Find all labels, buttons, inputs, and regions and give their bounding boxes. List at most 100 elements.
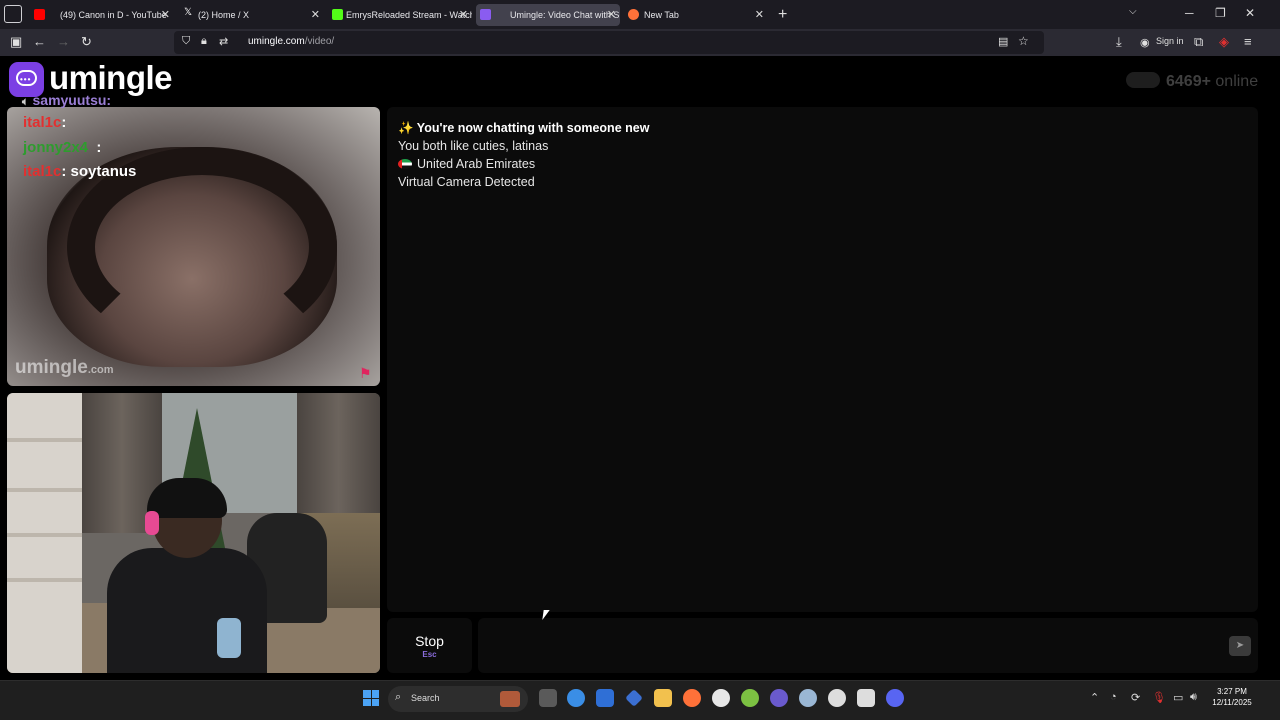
tab-new-tab[interactable]: New Tab ✕ bbox=[624, 4, 768, 26]
close-tab-icon[interactable]: ✕ bbox=[459, 8, 468, 21]
dots-icon: ••• bbox=[20, 75, 32, 84]
bookshelf bbox=[7, 393, 82, 673]
sign-in-button[interactable]: Sign in bbox=[1156, 36, 1184, 46]
umingle-icon bbox=[480, 9, 491, 20]
overlay-user: ital1c bbox=[23, 114, 62, 131]
restore-icon[interactable]: ❐ bbox=[1215, 6, 1226, 20]
account-icon[interactable]: ◉ bbox=[1140, 36, 1150, 49]
extension-badge-icon[interactable]: ◈ bbox=[1219, 34, 1229, 50]
overlay-name-text: samyuutsu bbox=[32, 92, 107, 108]
obs-icon[interactable] bbox=[828, 689, 846, 707]
uae-flag-icon bbox=[398, 159, 412, 169]
taskbar-search[interactable]: ⌕ Search bbox=[388, 686, 528, 712]
overlay-username: 🔈︎ samyuutsu: bbox=[22, 92, 112, 108]
send-button[interactable]: ➤ bbox=[1229, 636, 1251, 656]
x-logo-icon: 𝕏 bbox=[184, 7, 193, 18]
steam-icon[interactable] bbox=[799, 689, 817, 707]
url-domain: umingle.com bbox=[248, 36, 305, 47]
tab-title: (49) Canon in D - YouTube bbox=[60, 10, 167, 20]
minimize-icon[interactable]: ─ bbox=[1185, 6, 1194, 20]
url-path: /video/ bbox=[304, 36, 335, 47]
tab-title: EmrysReloaded Stream - Watch bbox=[346, 10, 472, 20]
watermark-suffix: .com bbox=[87, 364, 114, 376]
page-scrollbar[interactable] bbox=[1265, 56, 1280, 679]
online-toggle[interactable] bbox=[1126, 72, 1160, 88]
tray-app-icon[interactable]: ◔ bbox=[1110, 691, 1117, 703]
lock-icon[interactable]: 🔒︎ bbox=[201, 35, 207, 48]
kick-icon bbox=[332, 9, 343, 20]
speaker-icon: 🔈︎ bbox=[22, 96, 29, 108]
back-icon[interactable]: ← bbox=[33, 34, 46, 49]
close-tab-icon[interactable]: ✕ bbox=[755, 8, 764, 21]
stop-shortcut: Esc bbox=[422, 650, 437, 659]
curtain bbox=[297, 393, 380, 533]
page: ••• umingle 6469+ online umingle.com ⚑ 🔈… bbox=[0, 56, 1280, 679]
volume-icon[interactable]: 🔊︎ bbox=[1190, 691, 1197, 704]
chat-system-message: You both like cuties, latinas bbox=[398, 139, 549, 153]
chat-system-message: ✨ You're now chatting with someone new bbox=[398, 121, 650, 135]
shield-icon[interactable]: ⛉ bbox=[182, 35, 190, 48]
store-icon[interactable] bbox=[596, 689, 614, 707]
tray-expand-icon[interactable]: ⌃ bbox=[1090, 691, 1099, 704]
reload-icon[interactable]: ↻ bbox=[81, 34, 92, 50]
overlay-chat-line: ital1c: bbox=[23, 114, 67, 131]
online-count: 6469+ bbox=[1166, 73, 1211, 90]
microphone-icon[interactable]: 🎙︎ bbox=[1152, 691, 1166, 704]
overlay-message: soytanus bbox=[70, 163, 137, 180]
permissions-icon[interactable]: ⇄ bbox=[219, 35, 228, 48]
tab-x[interactable]: 𝕏 (2) Home / X ✕ bbox=[180, 4, 324, 26]
bookmark-star-icon[interactable]: ☆ bbox=[1018, 34, 1029, 48]
reader-view-icon[interactable]: ▤ bbox=[998, 35, 1008, 48]
tab-kick[interactable]: EmrysReloaded Stream - Watch ✕ bbox=[328, 4, 472, 26]
stop-button[interactable]: Stop Esc bbox=[387, 618, 472, 673]
close-tab-icon[interactable]: ✕ bbox=[161, 8, 170, 21]
report-flag-icon[interactable]: ⚑ bbox=[359, 365, 372, 382]
sidebar-icon[interactable]: ▣ bbox=[10, 34, 22, 50]
search-label: Search bbox=[411, 693, 440, 703]
itunes-icon[interactable] bbox=[712, 689, 730, 707]
chat-log: ✨ You're now chatting with someone new Y… bbox=[387, 107, 1258, 612]
tab-youtube[interactable]: (49) Canon in D - YouTube ✕ bbox=[30, 4, 174, 26]
windows-start-icon[interactable] bbox=[363, 690, 379, 706]
message-input[interactable]: ➤ bbox=[478, 618, 1258, 673]
sync-icon[interactable]: ⟳ bbox=[1131, 691, 1140, 704]
discord-icon[interactable] bbox=[886, 689, 904, 707]
clock-date: 12/11/2025 bbox=[1212, 698, 1252, 707]
url-bar[interactable]: ⛉ 🔒︎ ⇄ umingle.com/video/ ▤ ☆ bbox=[174, 31, 1044, 54]
app-icon[interactable] bbox=[770, 689, 788, 707]
search-icon: ⌕ bbox=[395, 691, 402, 703]
copilot-icon[interactable] bbox=[567, 689, 585, 707]
taskbar-clock[interactable]: 3:27 PM 12/11/2025 bbox=[1208, 686, 1256, 708]
chevron-down-icon[interactable]: ⌵ bbox=[1129, 6, 1137, 17]
taskbar: ⌕ Search ⌃ ◔ ⟳ 🎙︎ ▭ 🔊︎ 3:27 PM 12/11/202… bbox=[0, 680, 1280, 720]
firefox-icon bbox=[628, 9, 639, 20]
vpn-icon[interactable] bbox=[625, 689, 643, 707]
tab-umingle[interactable]: Umingle: Video Chat with S ✕ bbox=[476, 4, 620, 26]
overlay-user: jonny2x4 bbox=[23, 139, 89, 156]
task-view-icon[interactable] bbox=[539, 689, 557, 707]
firefox-taskbar-icon[interactable] bbox=[683, 689, 701, 707]
search-highlight-icon bbox=[500, 691, 520, 707]
chat-system-message: Virtual Camera Detected bbox=[398, 175, 535, 189]
self-video bbox=[7, 393, 380, 673]
watermark-text: umingle bbox=[15, 357, 88, 378]
close-tab-icon[interactable]: ✕ bbox=[311, 8, 320, 21]
tab-list-icon[interactable] bbox=[4, 5, 22, 23]
streamer-hair bbox=[147, 478, 227, 518]
utorrent-icon[interactable] bbox=[741, 689, 759, 707]
extensions-icon[interactable]: ⧉ bbox=[1194, 34, 1203, 50]
online-counter: 6469+ online bbox=[1166, 73, 1258, 91]
video-watermark: umingle.com bbox=[15, 357, 114, 379]
new-tab-button[interactable]: + bbox=[778, 6, 787, 24]
window-close-icon[interactable]: ✕ bbox=[1245, 6, 1255, 20]
tab-title: Umingle: Video Chat with S bbox=[510, 10, 620, 20]
close-tab-icon[interactable]: ✕ bbox=[607, 8, 616, 21]
overlay-user: ital1c bbox=[23, 163, 62, 180]
file-explorer-icon[interactable] bbox=[654, 689, 672, 707]
download-icon[interactable]: ⤓ bbox=[1116, 34, 1122, 50]
network-icon[interactable]: ▭ bbox=[1173, 691, 1183, 704]
clock-time: 3:27 PM bbox=[1217, 687, 1247, 696]
forward-icon[interactable]: → bbox=[57, 34, 70, 49]
capcut-icon[interactable] bbox=[857, 689, 875, 707]
menu-icon[interactable]: ≡ bbox=[1244, 34, 1252, 49]
